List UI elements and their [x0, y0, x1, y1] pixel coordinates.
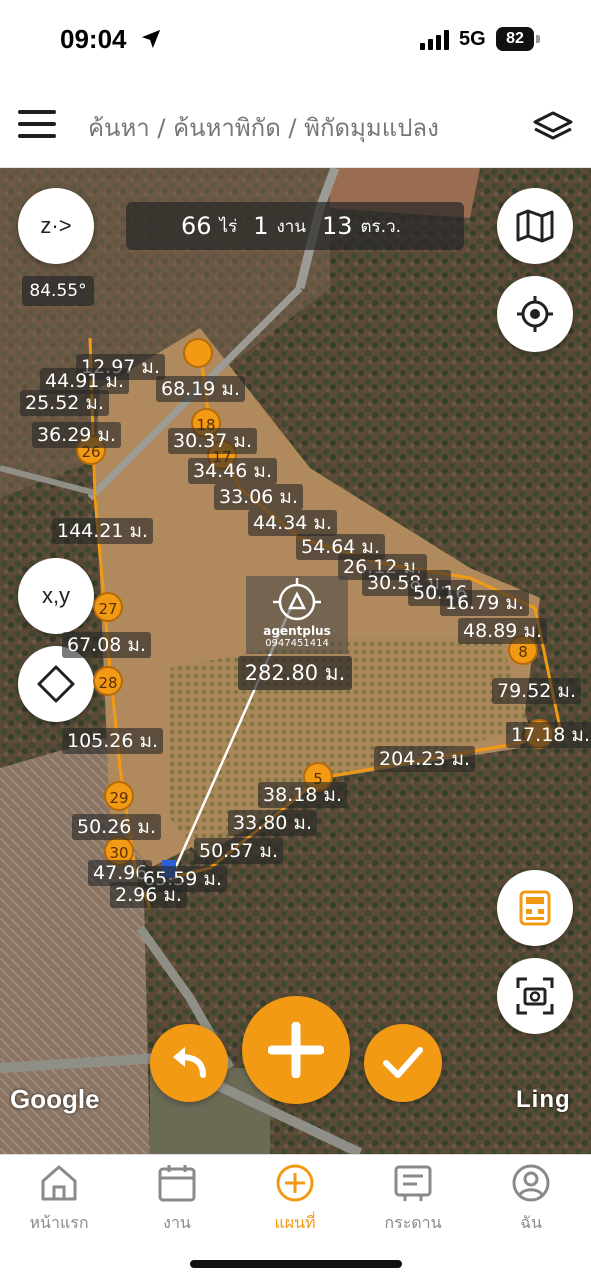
screenshot-button[interactable] [497, 958, 573, 1034]
map-type-button[interactable] [497, 188, 573, 264]
distance-label: 48.89 ม. [458, 618, 547, 644]
area-wa-value: 13 [321, 212, 353, 240]
area-rai-unit: ไร่ [219, 216, 238, 237]
camera-scan-icon [516, 977, 554, 1015]
diamond-direction-icon [37, 665, 75, 703]
distance-label: 25.52 ม. [20, 390, 109, 416]
location-arrow-icon [141, 29, 161, 49]
home-indicator [190, 1260, 402, 1268]
distance-label: 17.18 ม. [506, 722, 591, 748]
vertex-marker[interactable] [183, 338, 213, 368]
distance-label: 67.08 ม. [62, 632, 151, 658]
distance-label: 44.34 ม. [248, 510, 337, 536]
xy-label: x,y [41, 583, 71, 608]
undo-button[interactable] [150, 1024, 228, 1102]
breadcrumb: ค้นหา / ค้นหาพิกัด / พิกัดมุมแปลง [88, 114, 439, 142]
nav-item-profile[interactable]: ฉัน [472, 1155, 590, 1245]
nav-item-map[interactable]: แผนที่ [236, 1155, 354, 1245]
battery-level: 82 [496, 27, 534, 51]
distance-label: 16.79 ม. [440, 590, 529, 616]
distance-label: 34.46 ม. [188, 458, 277, 484]
vertex-marker-28[interactable]: 28 [93, 666, 123, 696]
compass-button[interactable]: z·> [18, 188, 94, 264]
menu-icon[interactable] [18, 110, 58, 140]
board-icon [394, 1165, 432, 1201]
distance-label: 50.57 ม. [194, 838, 283, 864]
distance-label: 204.23 ม. [374, 746, 476, 772]
confirm-button[interactable] [364, 1024, 442, 1102]
map-icon [516, 209, 554, 243]
calculator-button[interactable] [497, 870, 573, 946]
nav-item-home[interactable]: หน้าแรก [0, 1155, 118, 1245]
heading-readout: 84.55° [22, 276, 94, 306]
calculator-icon [519, 890, 551, 926]
distance-label: 79.52 ม. [492, 678, 581, 704]
battery-icon: 82 [496, 27, 540, 51]
distance-label: 30.37 ม. [168, 428, 257, 454]
center-target: agentplus 0947451414 [246, 576, 348, 654]
status-time: 09:04 [60, 24, 127, 54]
area-wa-unit: ตร.ว. [360, 216, 402, 237]
plus-circle-icon [276, 1164, 314, 1202]
crosshair-icon [517, 296, 553, 332]
brand-watermark: agentplus [263, 624, 331, 638]
vertex-marker-27[interactable]: 27 [93, 592, 123, 622]
distance-label: 2.96 ม. [110, 882, 187, 908]
distance-label: 33.06 ม. [214, 484, 303, 510]
nav-label-board: กระดาน [384, 1213, 442, 1232]
distance-label: 68.19 ม. [156, 376, 245, 402]
checkmark-icon [383, 1047, 423, 1078]
home-icon [41, 1165, 77, 1201]
distance-label: 144.21 ม. [52, 518, 154, 544]
distance-label: 38.18 ม. [258, 782, 347, 808]
signal-icon [420, 30, 449, 50]
network-type: 5G [459, 28, 486, 50]
my-location-button[interactable] [497, 276, 573, 352]
calendar-icon [158, 1165, 196, 1202]
vertex-marker-29[interactable]: 29 [104, 781, 134, 811]
area-rai-value: 66 [180, 212, 212, 240]
area-ngan-unit: งาน [276, 216, 306, 237]
area-display: 66 ไร่ 1 งาน 13 ตร.ว. [126, 202, 464, 250]
xy-coordinate-button[interactable]: x,y [18, 558, 94, 634]
nav-label-map: แผนที่ [274, 1213, 316, 1232]
area-ngan-value: 1 [253, 212, 269, 240]
google-attribution: Google [10, 1084, 100, 1114]
nav-label-home: หน้าแรก [29, 1213, 89, 1232]
map-view[interactable]: 66 ไร่ 1 งาน 13 ตร.ว. z·> 84.55° x,y 18 … [0, 168, 591, 1154]
status-bar: 09:04 5G 82 [0, 0, 591, 82]
target-crosshair-icon [273, 578, 321, 621]
nav-item-jobs[interactable]: งาน [118, 1155, 236, 1245]
plus-icon [268, 1022, 324, 1078]
center-distance-label: 282.80 ม. [238, 656, 352, 690]
app-header: ค้นหา / ค้นหาพิกัด / พิกัดมุมแปลง [0, 82, 591, 168]
user-icon [512, 1164, 550, 1202]
distance-label: 105.26 ม. [62, 728, 164, 754]
distance-label: 36.29 ม. [32, 422, 121, 448]
layers-icon[interactable] [532, 110, 574, 142]
nav-label-jobs: งาน [163, 1213, 191, 1232]
distance-label: 50.26 ม. [72, 814, 161, 840]
nav-label-profile: ฉัน [520, 1213, 542, 1232]
compass-label: z·> [40, 213, 72, 238]
undo-icon [173, 1047, 206, 1078]
brand-phone: 0947451414 [265, 638, 329, 649]
nav-item-board[interactable]: กระดาน [354, 1155, 472, 1245]
add-point-button[interactable] [242, 996, 350, 1104]
map-attribution-text: Ling [516, 1086, 571, 1113]
distance-label: 33.80 ม. [228, 810, 317, 836]
